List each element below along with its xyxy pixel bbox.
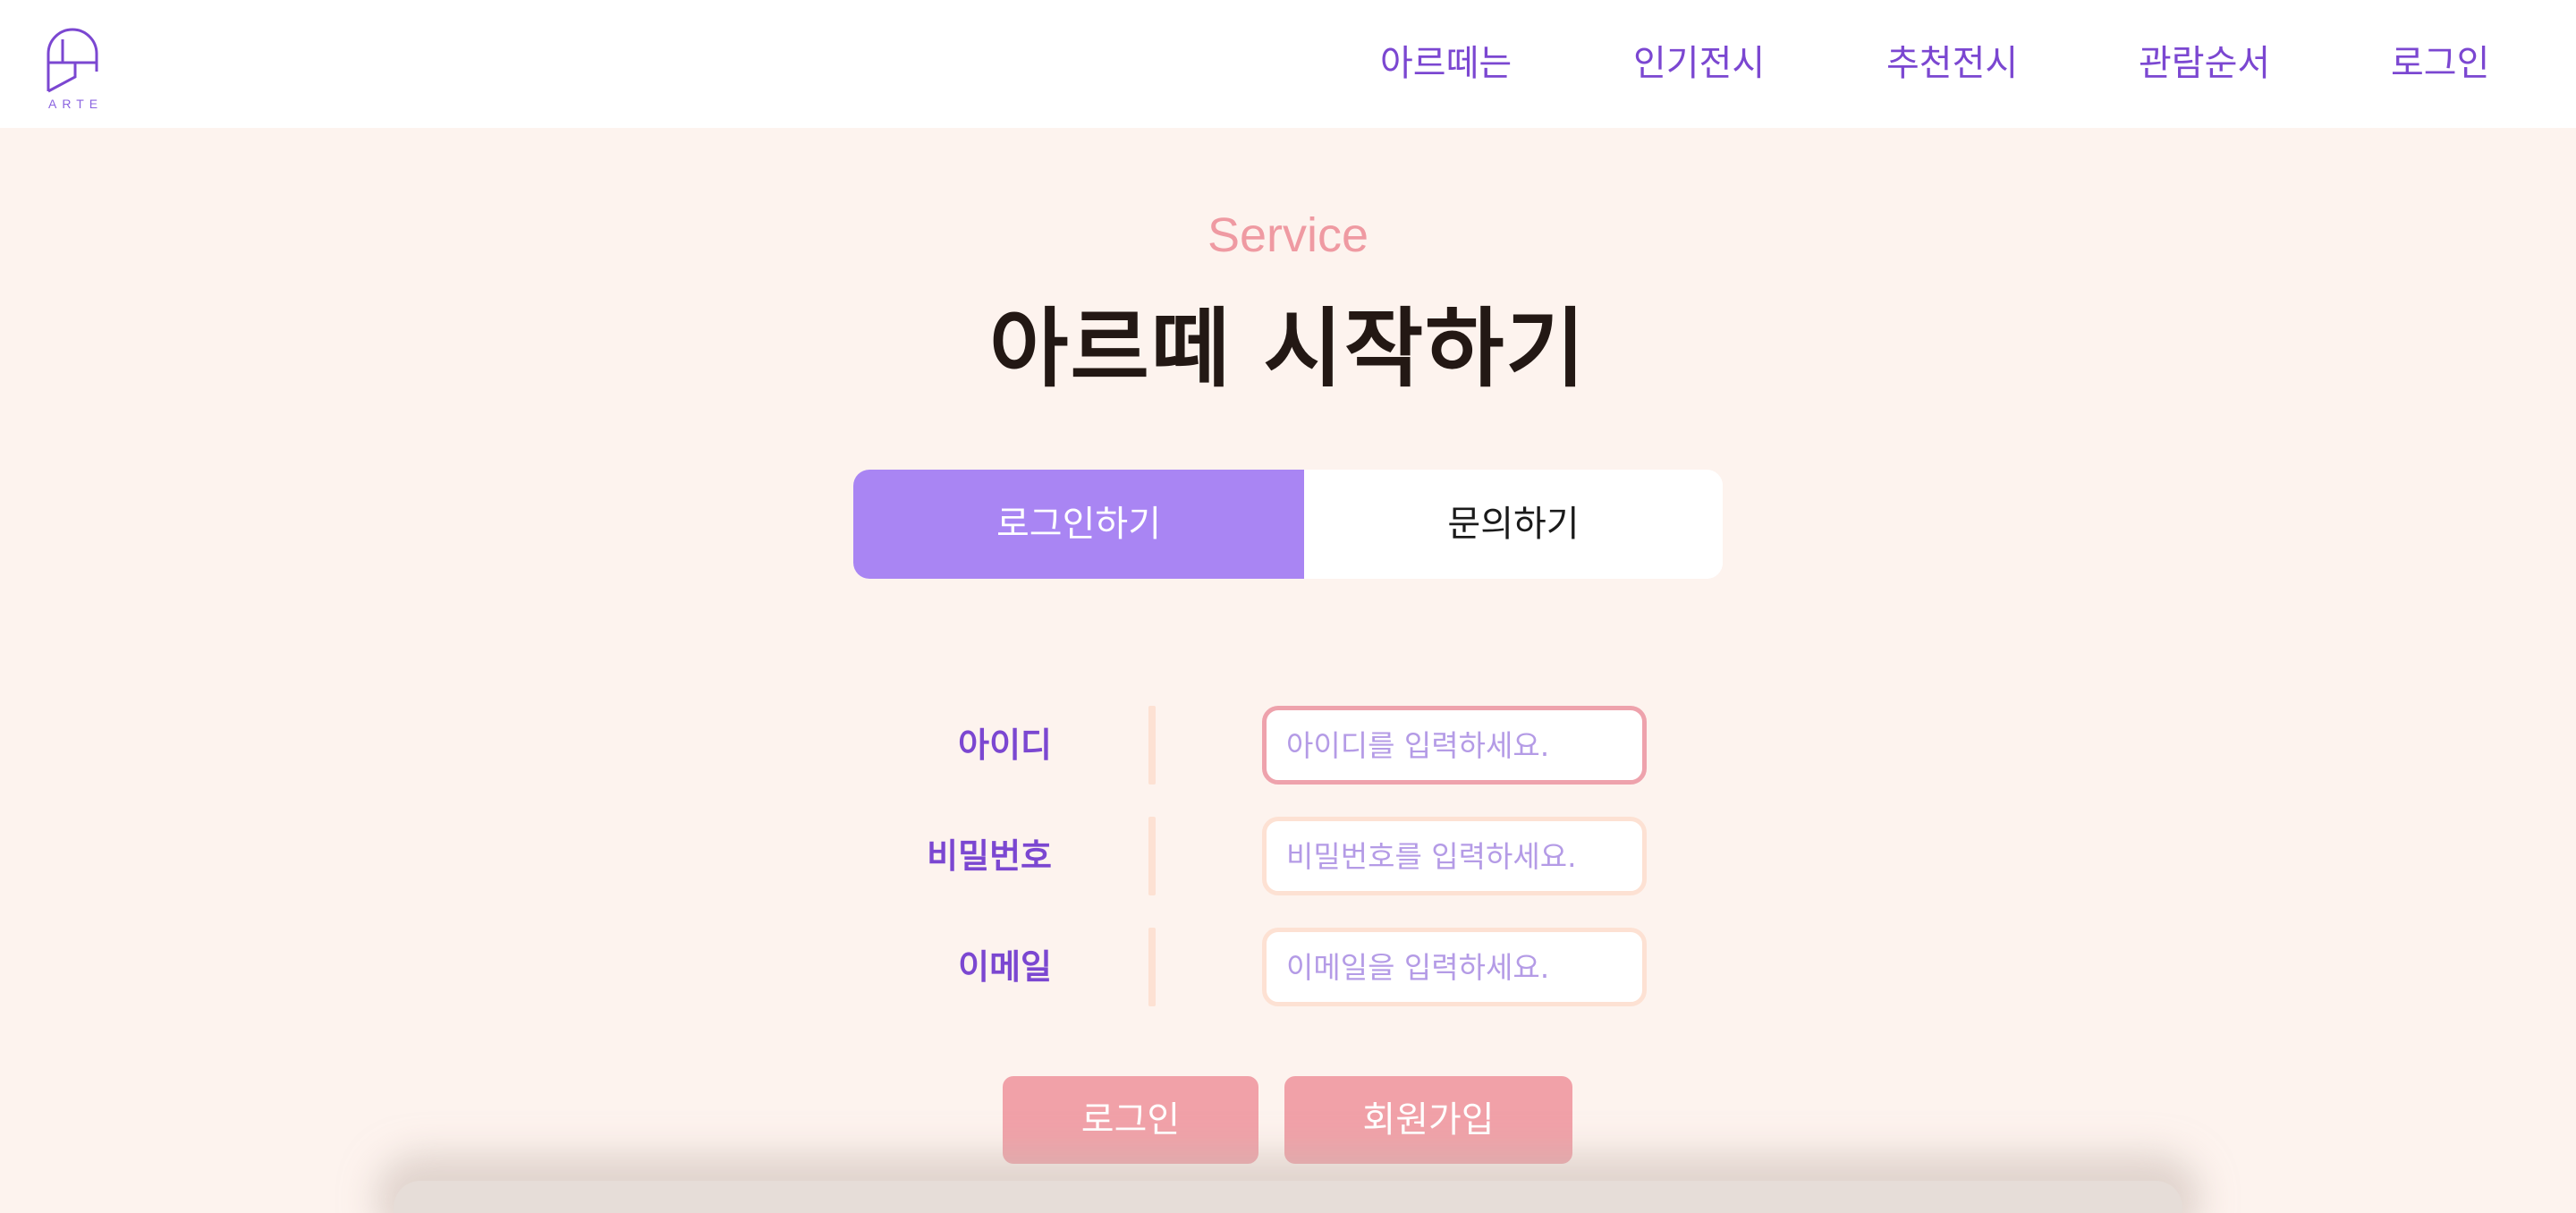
section-eyebrow: Service <box>1207 208 1369 262</box>
nav-item-login[interactable]: 로그인 <box>2391 41 2489 86</box>
site-header: ARTE 아르떼는 인기전시 추천전시 관람순서 로그인 <box>0 0 2576 128</box>
form-row-id: 아이디 <box>0 706 2576 785</box>
login-button[interactable]: 로그인 <box>1003 1076 1258 1164</box>
nav-item-about[interactable]: 아르떼는 <box>1380 41 1512 86</box>
password-input[interactable] <box>1262 817 1647 895</box>
form-divider <box>1148 928 1156 1006</box>
form-divider <box>1148 817 1156 895</box>
content-card-edge <box>394 1181 2182 1213</box>
form-row-password: 비밀번호 <box>0 817 2576 895</box>
form-divider <box>1148 706 1156 785</box>
main-nav: 아르떼는 인기전시 추천전시 관람순서 로그인 <box>0 0 2576 128</box>
form-row-email: 이메일 <box>0 928 2576 1006</box>
nav-item-popular[interactable]: 인기전시 <box>1633 41 1765 86</box>
nav-item-recommended[interactable]: 추천전시 <box>1886 41 2018 86</box>
id-label: 아이디 <box>958 725 1052 765</box>
id-input[interactable] <box>1262 706 1647 785</box>
page: ARTE 아르떼는 인기전시 추천전시 관람순서 로그인 Service 아르떼… <box>0 0 2576 1213</box>
signup-button[interactable]: 회원가입 <box>1284 1076 1572 1164</box>
tab-bar: 로그인하기 문의하기 <box>853 470 1723 579</box>
page-title: 아르떼 시작하기 <box>989 299 1587 399</box>
nav-item-viewing-order[interactable]: 관람순서 <box>2139 41 2270 86</box>
tab-inquiry[interactable]: 문의하기 <box>1304 470 1723 579</box>
email-input[interactable] <box>1262 928 1647 1006</box>
password-label: 비밀번호 <box>927 836 1052 876</box>
email-label: 이메일 <box>958 947 1052 987</box>
tab-login[interactable]: 로그인하기 <box>853 470 1304 579</box>
